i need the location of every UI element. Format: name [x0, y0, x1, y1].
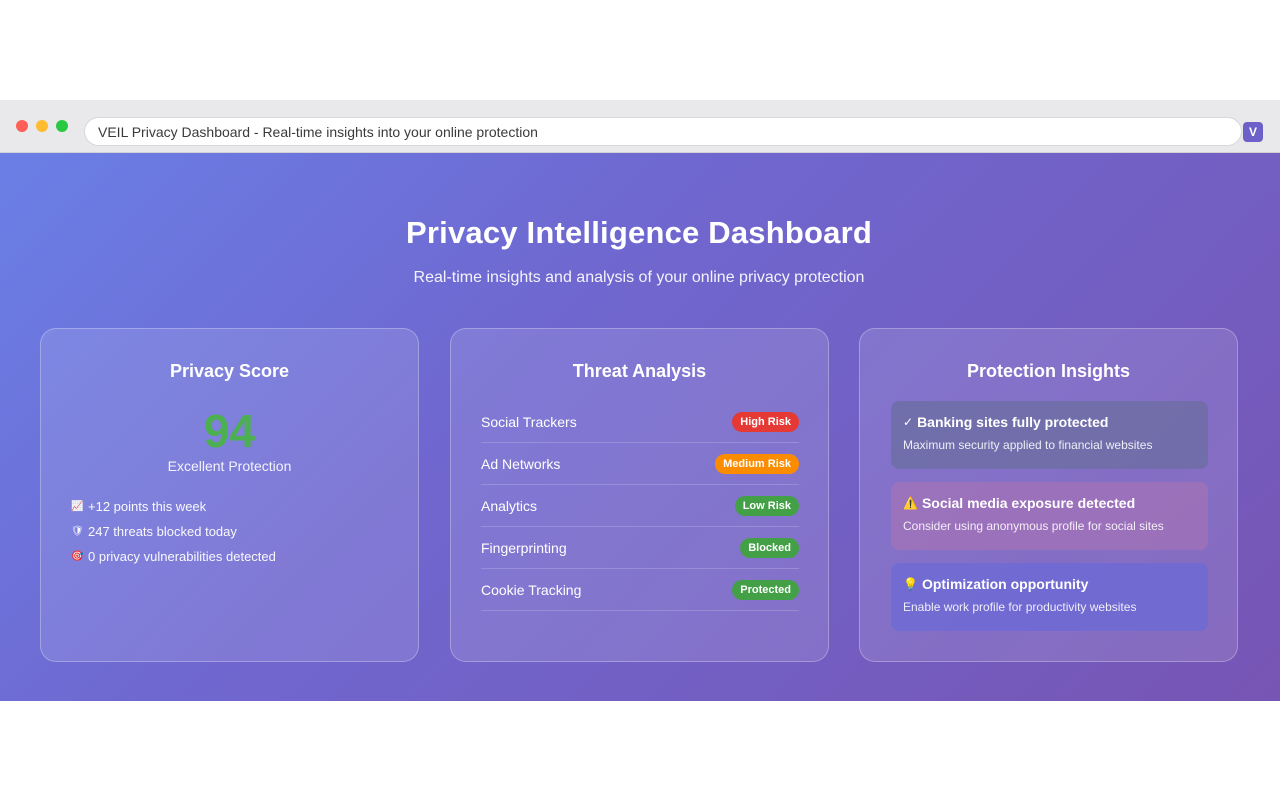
insight-title-row: 💡 Optimization opportunity [903, 576, 1196, 592]
window-controls [16, 120, 68, 132]
dashboard-content: Privacy Intelligence Dashboard Real-time… [0, 153, 1280, 701]
insight-item[interactable]: 💡 Optimization opportunity Enable work p… [891, 563, 1208, 631]
lightbulb-icon: 💡 [903, 577, 918, 591]
stat-item: 🛡 247 threats blocked today [71, 519, 276, 544]
threat-row: Analytics Low Risk [481, 485, 799, 527]
score-stats-list: 📈 +12 points this week 🛡 247 threats blo… [71, 494, 276, 569]
insight-title: Social media exposure detected [921, 495, 1136, 511]
threat-name: Cookie Tracking [481, 581, 582, 598]
risk-badge: Medium Risk [715, 453, 799, 474]
checkmark-icon: ✓ [903, 415, 914, 429]
threat-name: Ad Networks [481, 455, 561, 472]
veil-extension-icon[interactable]: V [1243, 122, 1263, 142]
insight-item[interactable]: ✓ Banking sites fully protected Maximum … [891, 401, 1208, 469]
card-title: Protection Insights [966, 361, 1130, 381]
card-title: Threat Analysis [572, 361, 707, 381]
target-icon: 🎯 [71, 551, 84, 562]
insights-list: ✓ Banking sites fully protected Maximum … [891, 401, 1208, 644]
chart-up-icon: 📈 [71, 501, 84, 512]
threat-row: Social Trackers High Risk [481, 401, 799, 443]
page-subtitle: Real-time insights and analysis of your … [413, 269, 865, 286]
page-title: Privacy Intelligence Dashboard [405, 215, 872, 250]
risk-badge: High Risk [732, 411, 799, 432]
threat-list: Social Trackers High Risk Ad Networks Me… [481, 401, 799, 611]
risk-badge: Low Risk [734, 495, 799, 516]
threat-row: Ad Networks Medium Risk [481, 443, 799, 485]
maximize-window-button[interactable] [56, 120, 68, 132]
shield-icon: 🛡 [71, 526, 84, 537]
privacy-score-value: 94 [203, 405, 256, 457]
threat-row: Cookie Tracking Protected [481, 569, 799, 611]
stat-text: 0 privacy vulnerabilities detected [88, 549, 276, 564]
privacy-score-label: Excellent Protection [167, 458, 292, 474]
insight-title: Optimization opportunity [921, 576, 1089, 592]
minimize-window-button[interactable] [36, 120, 48, 132]
insight-title: Banking sites fully protected [917, 414, 1109, 430]
insight-description: Maximum security applied to financial we… [903, 438, 1153, 452]
insight-description: Consider using anonymous profile for soc… [903, 519, 1164, 533]
threat-name: Social Trackers [481, 413, 577, 430]
browser-window: VEIL Privacy Dashboard - Real-time insig… [0, 100, 1280, 701]
threat-name: Analytics [481, 497, 538, 514]
stat-text: +12 points this week [88, 499, 207, 514]
insight-title-row: ✓ Banking sites fully protected [903, 414, 1196, 430]
warning-icon: ⚠️ [903, 496, 918, 510]
protection-insights-card: Protection Insights ✓ Banking sites full… [859, 328, 1238, 662]
stat-text: 247 threats blocked today [88, 524, 237, 539]
insight-item[interactable]: ⚠️ Social media exposure detected Consid… [891, 482, 1208, 550]
insight-description: Enable work profile for productivity web… [903, 600, 1137, 614]
browser-toolbar: VEIL Privacy Dashboard - Real-time insig… [0, 100, 1280, 153]
threat-row: Fingerprinting Blocked [481, 527, 799, 569]
address-text: VEIL Privacy Dashboard - Real-time insig… [98, 123, 538, 140]
insight-title-row: ⚠️ Social media exposure detected [903, 495, 1196, 511]
close-window-button[interactable] [16, 120, 28, 132]
address-bar[interactable]: VEIL Privacy Dashboard - Real-time insig… [84, 117, 1242, 146]
card-title: Privacy Score [169, 361, 290, 381]
status-badge: Protected [732, 579, 799, 600]
status-badge: Blocked [740, 537, 799, 558]
privacy-score-card: Privacy Score 94 Excellent Protection 📈 … [40, 328, 419, 662]
stat-item: 🎯 0 privacy vulnerabilities detected [71, 544, 276, 569]
stat-item: 📈 +12 points this week [71, 494, 276, 519]
threat-analysis-card: Threat Analysis Social Trackers High Ris… [450, 328, 829, 662]
threat-name: Fingerprinting [481, 539, 567, 556]
